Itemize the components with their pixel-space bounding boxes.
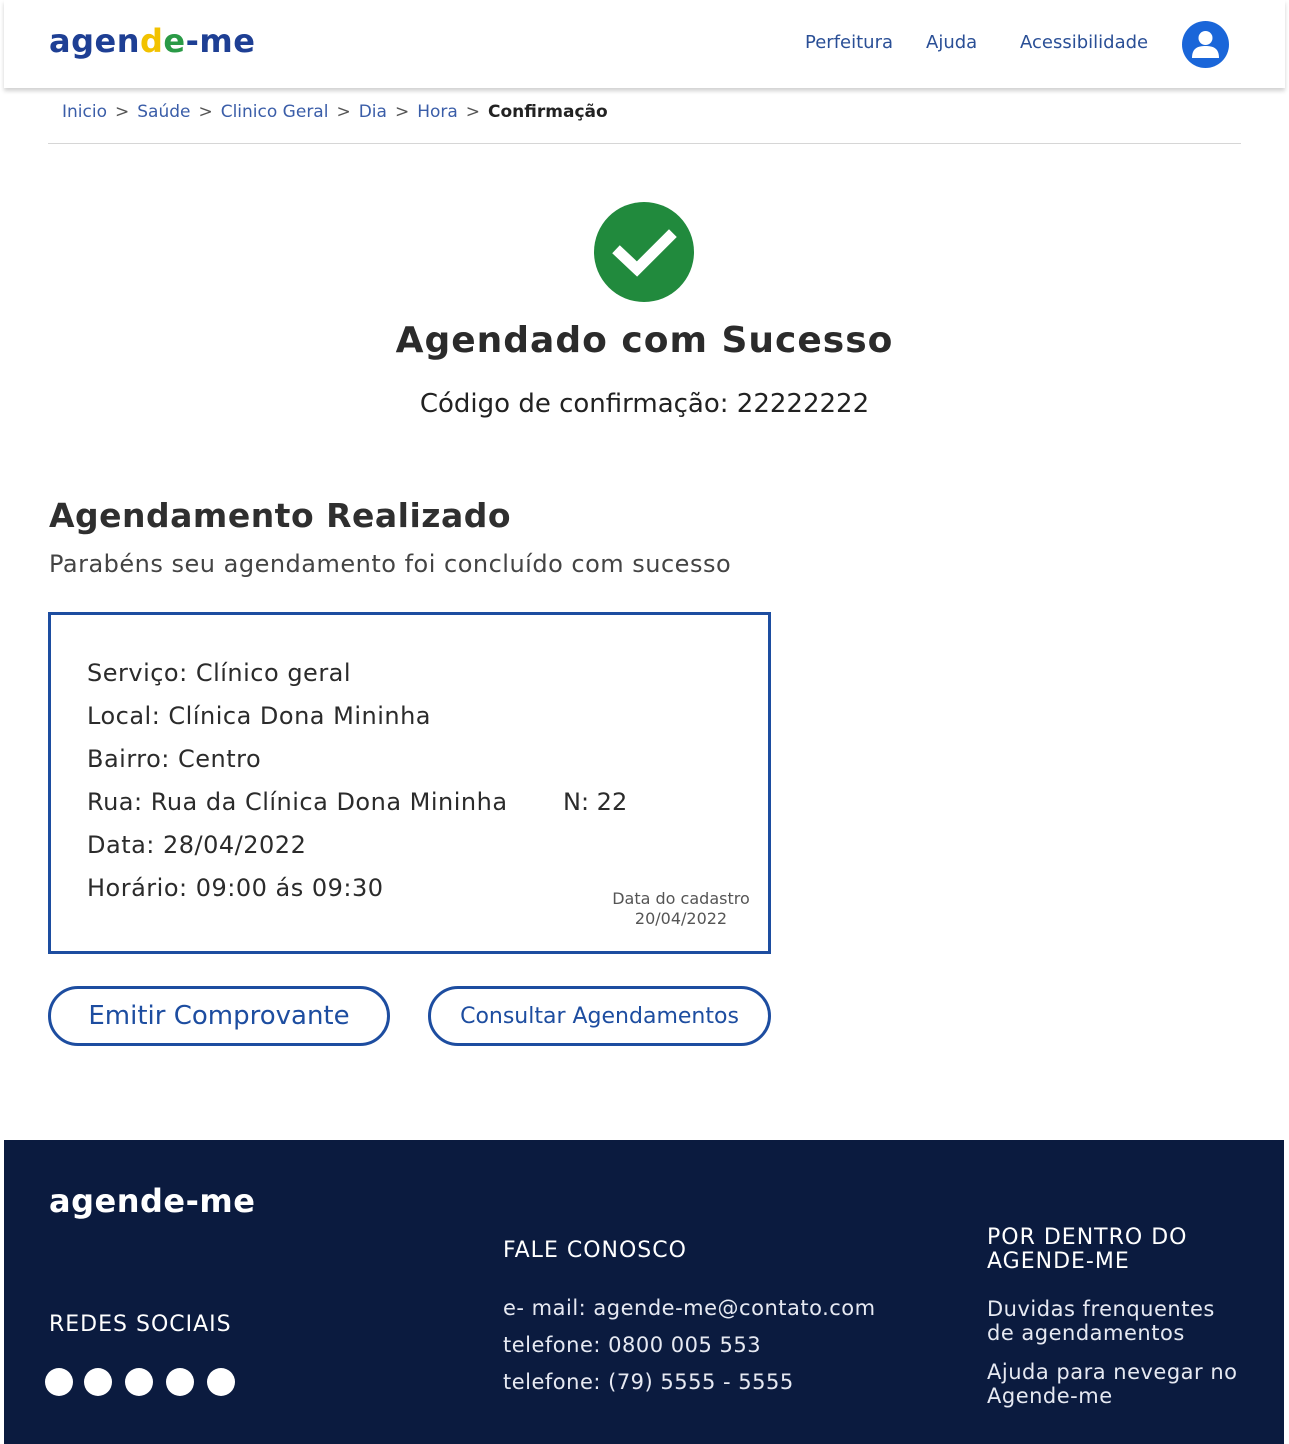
contact-email[interactable]: e- mail: agende-me@contato.com <box>503 1296 876 1320</box>
detail-local: Local: Clínica Dona Mininha <box>87 702 432 730</box>
registration-date-label: Data do cadastro <box>612 889 750 908</box>
nav-link-acessibilidade[interactable]: Acessibilidade <box>1020 32 1148 53</box>
registration-date: Data do cadastro 20/04/2022 <box>571 889 791 929</box>
breadcrumb-separator: > <box>198 102 213 122</box>
breadcrumb-separator: > <box>336 102 351 122</box>
header: agende-me Perfeitura Ajuda Acessibilidad… <box>4 0 1285 88</box>
consultar-agendamentos-button[interactable]: Consultar Agendamentos <box>428 986 771 1046</box>
social-heading: REDES SOCIAIS <box>49 1312 232 1337</box>
divider <box>48 143 1241 144</box>
breadcrumb-separator: > <box>465 102 481 122</box>
detail-bairro: Bairro: Centro <box>87 745 262 773</box>
nav-link-ajuda[interactable]: Ajuda <box>926 32 977 53</box>
logo-part-3: e <box>163 22 186 60</box>
social-icon[interactable] <box>125 1368 153 1396</box>
social-icon[interactable] <box>207 1368 235 1396</box>
agendamento-title: Agendamento Realizado <box>49 496 512 535</box>
emitir-comprovante-button[interactable]: Emitir Comprovante <box>48 986 390 1046</box>
contact-heading: FALE CONOSCO <box>503 1238 687 1263</box>
social-icon[interactable] <box>84 1368 112 1396</box>
confirmation-code: Código de confirmação: 22222222 <box>419 389 870 419</box>
appointment-details-card: Serviço: Clínico geral Local: Clínica Do… <box>48 612 771 954</box>
breadcrumb: Inicio > Saúde > Clinico Geral > Dia > H… <box>62 102 608 122</box>
contact-phone-2: telefone: (79) 5555 - 5555 <box>503 1370 794 1394</box>
logo-part-1: agen <box>49 22 140 60</box>
logo-part-4: -me <box>185 22 256 60</box>
detail-data: Data: 28/04/2022 <box>87 831 307 859</box>
footer-link-help[interactable]: Ajuda para nevegar no Agende-me <box>987 1360 1247 1408</box>
social-icon[interactable] <box>45 1368 73 1396</box>
user-icon[interactable] <box>1182 21 1229 68</box>
breadcrumb-inicio[interactable]: Inicio <box>62 102 107 122</box>
breadcrumb-saude[interactable]: Saúde <box>137 102 190 122</box>
breadcrumb-clinico-geral[interactable]: Clinico Geral <box>221 102 329 122</box>
footer-link-faq[interactable]: Duvidas frenquentes de agendamentos <box>987 1297 1247 1345</box>
detail-horario: Horário: 09:00 ás 09:30 <box>87 874 384 902</box>
footer-logo[interactable]: agende-me <box>49 1182 255 1220</box>
agendamento-subtitle: Parabéns seu agendamento foi concluído c… <box>49 550 732 578</box>
registration-date-value: 20/04/2022 <box>634 909 728 928</box>
detail-numero: N: 22 <box>563 788 628 816</box>
breadcrumb-separator: > <box>114 102 130 122</box>
logo[interactable]: agende-me <box>49 22 255 60</box>
social-icon[interactable] <box>166 1368 194 1396</box>
contact-phone-1: telefone: 0800 005 553 <box>503 1333 762 1357</box>
footer: agende-me REDES SOCIAIS FALE CONOSCO e- … <box>4 1140 1284 1444</box>
nav-link-prefeitura[interactable]: Perfeitura <box>805 32 893 53</box>
breadcrumb-hora[interactable]: Hora <box>417 102 458 122</box>
breadcrumb-current: Confirmação <box>488 102 608 122</box>
breadcrumb-dia[interactable]: Dia <box>359 102 387 122</box>
detail-rua: Rua: Rua da Clínica Dona Mininha <box>87 788 508 816</box>
breadcrumb-separator: > <box>394 102 410 122</box>
about-heading: POR DENTRO DO AGENDE-ME <box>987 1225 1188 1274</box>
success-title: Agendado com Sucesso <box>395 320 894 361</box>
detail-servico: Serviço: Clínico geral <box>87 659 352 687</box>
logo-part-2: d <box>139 22 164 60</box>
check-icon <box>594 202 694 302</box>
